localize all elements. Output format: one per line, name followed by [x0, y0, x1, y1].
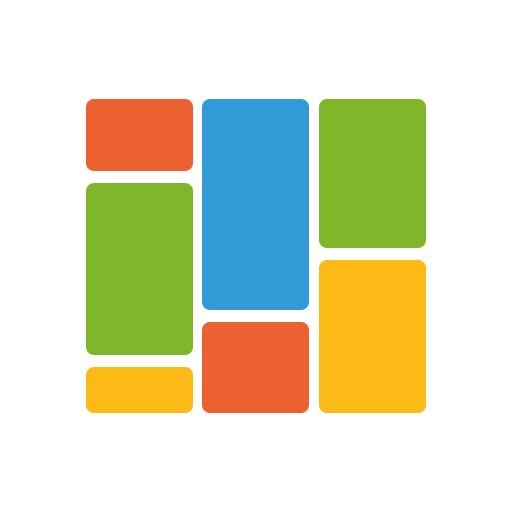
yellow-tile [319, 260, 426, 413]
orange-tile [86, 99, 193, 171]
orange-tile [202, 322, 309, 413]
tile-grid-logo-icon [0, 0, 512, 512]
green-tile [319, 99, 426, 248]
green-tile [86, 183, 193, 355]
yellow-tile [86, 367, 193, 413]
blue-tile [202, 99, 309, 310]
